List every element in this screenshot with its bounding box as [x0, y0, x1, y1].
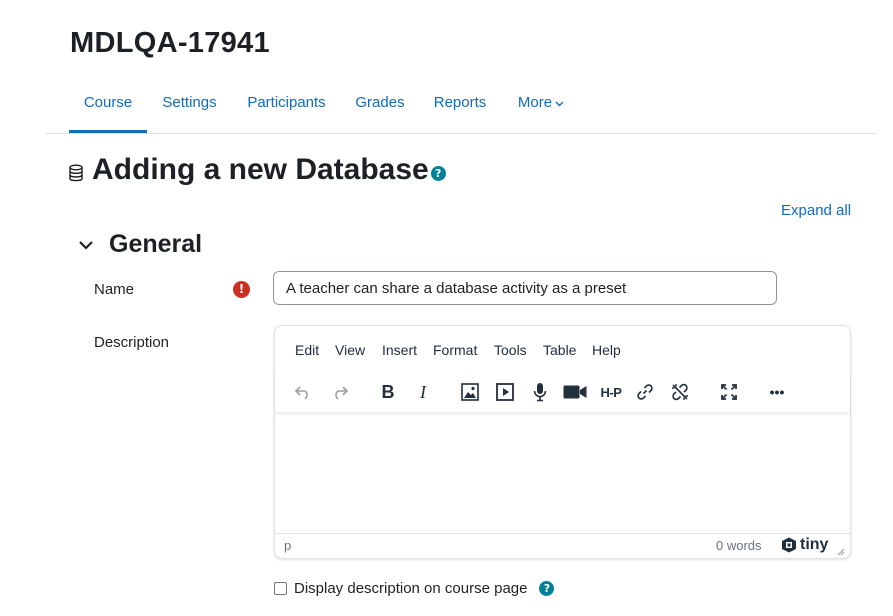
italic-label: I — [420, 381, 426, 402]
bold-icon[interactable]: B — [374, 378, 402, 406]
menu-edit[interactable]: Edit — [295, 338, 319, 362]
display-description-row: Display description on course page ? — [274, 580, 555, 597]
tab-more-label: More — [517, 94, 553, 111]
word-count[interactable]: 0 words — [716, 538, 762, 553]
help-icon[interactable]: ? — [430, 165, 446, 181]
video-camera-icon[interactable] — [561, 378, 589, 406]
more-label: ••• — [769, 384, 785, 400]
bold-label: B — [381, 381, 395, 402]
help-icon[interactable]: ? — [539, 581, 555, 596]
name-label: Name — [94, 281, 135, 298]
section-title: General — [109, 230, 203, 258]
redo-icon[interactable] — [326, 378, 354, 406]
tab-participants[interactable]: Participants — [242, 78, 331, 132]
tab-more[interactable]: More — [512, 78, 570, 132]
menu-tools[interactable]: Tools — [494, 338, 527, 362]
image-icon[interactable] — [456, 378, 484, 406]
more-icon[interactable]: ••• — [763, 378, 791, 406]
display-description-label[interactable]: Display description on course page — [294, 580, 527, 597]
unlink-icon[interactable] — [666, 378, 694, 406]
resize-handle-icon[interactable] — [837, 544, 845, 559]
h5p-icon[interactable]: H-P — [596, 378, 626, 406]
name-input[interactable] — [273, 271, 777, 305]
page-heading: Adding a new Database ? — [68, 150, 446, 190]
tiny-logo-icon — [782, 537, 796, 553]
tab-settings[interactable]: Settings — [157, 78, 222, 132]
media-icon[interactable] — [491, 378, 519, 406]
tiny-logo[interactable]: tiny — [781, 536, 828, 554]
course-nav: Course Settings Participants Grades Repo… — [46, 78, 876, 134]
editor-toolbar: B I H-P ••• — [275, 372, 850, 413]
section-general-toggle[interactable]: General — [78, 230, 202, 259]
chevron-down-icon — [555, 78, 564, 128]
description-editor: Edit View Insert Format Tools Table Help… — [274, 325, 851, 559]
menu-insert[interactable]: Insert — [382, 338, 417, 362]
description-label: Description — [94, 334, 170, 351]
display-description-checkbox[interactable] — [274, 582, 287, 595]
menu-table[interactable]: Table — [543, 338, 576, 362]
editor-content-area[interactable] — [275, 414, 850, 534]
editor-statusbar: p 0 words tiny — [275, 533, 850, 558]
tab-course[interactable]: Course — [69, 78, 147, 133]
chevron-down-icon — [78, 237, 94, 253]
menu-help[interactable]: Help — [592, 338, 621, 362]
required-icon: ! — [233, 281, 250, 298]
undo-icon[interactable] — [289, 378, 317, 406]
page-title: Adding a new Database — [92, 153, 429, 186]
menu-view[interactable]: View — [335, 338, 365, 362]
tiny-brand-text: tiny — [800, 536, 829, 553]
course-title: MDLQA-17941 — [70, 27, 270, 59]
tab-reports[interactable]: Reports — [429, 78, 491, 132]
microphone-icon[interactable] — [526, 378, 554, 406]
menu-format[interactable]: Format — [433, 338, 477, 362]
italic-icon[interactable]: I — [409, 378, 437, 406]
expand-all-link[interactable]: Expand all — [781, 202, 851, 219]
database-icon — [68, 164, 84, 182]
h5p-label: H-P — [600, 384, 622, 400]
fullscreen-icon[interactable] — [715, 378, 743, 406]
element-path[interactable]: p — [284, 538, 291, 553]
link-icon[interactable] — [631, 378, 659, 406]
tab-grades[interactable]: Grades — [351, 78, 409, 132]
